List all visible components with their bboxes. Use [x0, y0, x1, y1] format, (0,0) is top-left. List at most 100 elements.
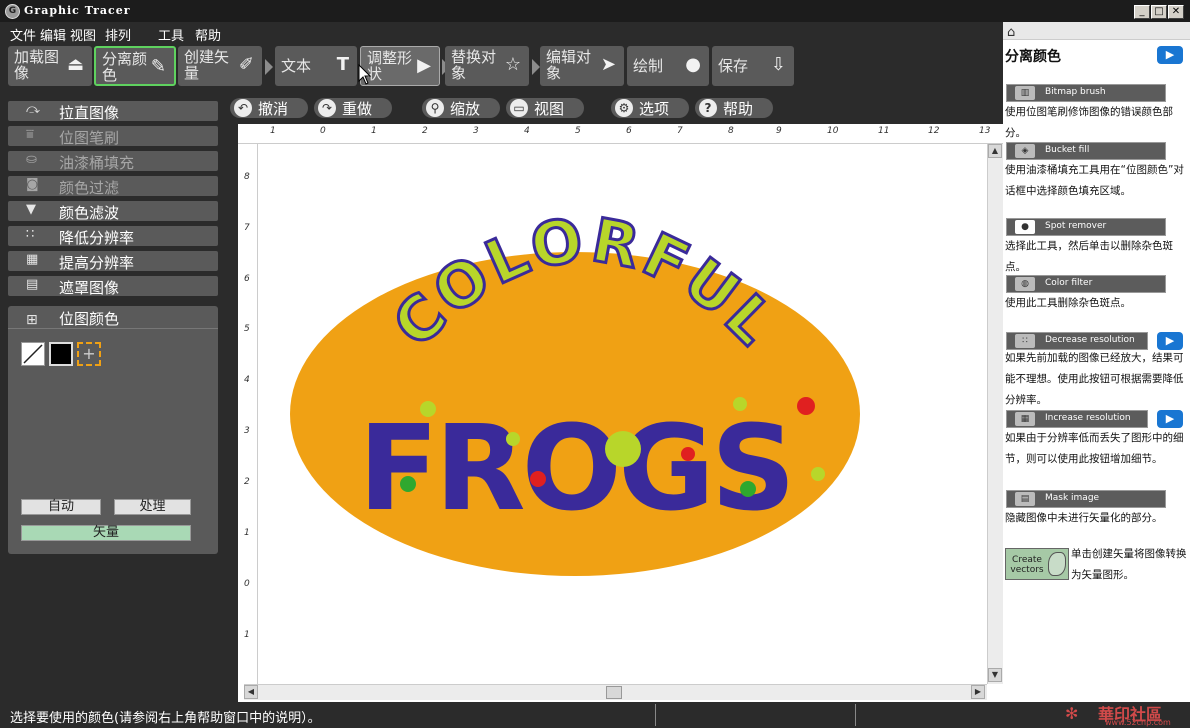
help-icon: ? [699, 99, 717, 117]
watermark-logo-icon: ✻ [1065, 704, 1079, 723]
text-label: 文本 [281, 57, 312, 75]
ruler-tick: 1 [244, 630, 250, 640]
replace-object-button[interactable]: 替换对象 ☆ [445, 46, 529, 86]
help-button-label: Spot remover [1045, 221, 1107, 231]
gear-icon: ⚙ [615, 99, 633, 117]
ruler-tick: 5 [244, 324, 250, 334]
flow-arrow-icon [265, 59, 273, 75]
process-button[interactable]: 处理 [114, 499, 191, 515]
auto-button[interactable]: 自动 [21, 499, 101, 515]
ruler-tick: 1 [244, 528, 250, 538]
mask-image-button[interactable]: ▤ 遮罩图像 [8, 276, 218, 297]
increase-resolution-button[interactable]: ▦ 提高分辨率 [8, 251, 218, 272]
ruler-tick: 11 [878, 126, 890, 136]
play-video-button[interactable]: ▶ [1157, 410, 1183, 428]
help-description: 单击创建矢量将图像转换为矢量图形。 [1071, 548, 1187, 581]
scroll-up-icon[interactable]: ▲ [988, 144, 1002, 158]
help-description: 使用位图笔刷修饰图像的错误颜色部分。 [1005, 106, 1173, 139]
help-description: 使用油漆桶填充工具用在“位图颜色”对话框中选择颜色填充区域。 [1005, 164, 1184, 197]
decrease-res-icon: ∷ [1015, 334, 1035, 348]
ruler-tick: 5 [575, 126, 581, 136]
undo-button[interactable]: ↶ 撤消 [230, 98, 308, 118]
status-divider [855, 704, 856, 726]
bucket-icon: ⛀ [26, 152, 37, 167]
scroll-right-icon[interactable]: ▶ [971, 685, 985, 699]
color-filter-button[interactable]: ◙ 颜色过滤 [8, 176, 218, 197]
watermark-url: www.52cnp.com [1105, 718, 1171, 727]
vectorize-button[interactable]: 矢量 [21, 525, 191, 541]
add-color-icon[interactable]: + [77, 342, 101, 366]
ruler-tick: 1 [371, 126, 377, 136]
separate-colors-button[interactable]: 分离颜色 ✎ [94, 46, 176, 86]
artwork-canvas[interactable]: COLORFUL FROGS [258, 144, 1003, 684]
maximize-button[interactable]: □ [1151, 5, 1167, 19]
edit-object-button[interactable]: 编辑对象 ➤ [540, 46, 624, 86]
ruler-tick: 6 [626, 126, 632, 136]
straighten-image-button[interactable]: ⤼ 拉直图像 [8, 101, 218, 122]
help-description: 如果先前加载的图像已经放大，结果可能不理想。使用此按钮可根据需要降低分辨率。 [1005, 352, 1184, 406]
help-title: 分离颜色 [1005, 49, 1061, 65]
help-button[interactable]: ? 帮助 [695, 98, 773, 118]
window-title: Graphic Tracer [24, 4, 131, 17]
vertical-scrollbar[interactable]: ▲ ▼ [987, 144, 1003, 684]
color-filter-icon: ◙ [26, 177, 39, 192]
ruler-tick: 2 [244, 477, 250, 487]
brush-icon: ⩸ [26, 127, 34, 142]
view-button[interactable]: ▭ 视图 [506, 98, 584, 118]
bitmap-brush-help-button[interactable]: ▥ Bitmap brush [1006, 84, 1166, 102]
create-vector-button[interactable]: 创建矢量 ✐ [178, 46, 262, 86]
bucket-icon: ◈ [1015, 144, 1035, 158]
color-filter-icon: ◍ [1015, 277, 1035, 291]
black-color-swatch[interactable] [49, 342, 73, 366]
canvas-area[interactable]: 1 0 1 2 3 4 5 6 7 8 9 10 11 12 13 8 7 6 … [238, 124, 1003, 702]
scroll-left-icon[interactable]: ◀ [244, 685, 258, 699]
redo-button[interactable]: ↷ 重做 [314, 98, 392, 118]
bucket-fill-help-button[interactable]: ◈ Bucket fill [1006, 142, 1166, 160]
circle-icon: ● [685, 54, 701, 75]
help-button-label: Mask image [1045, 493, 1100, 503]
ruler-tick: 13 [979, 126, 991, 136]
home-icon[interactable]: ⌂ [1007, 25, 1015, 40]
help-description: 使用此工具删除杂色斑点。 [1005, 297, 1131, 309]
horizontal-scrollbar[interactable]: ◀ ▶ [244, 684, 987, 700]
ruler-tick: 0 [244, 579, 250, 589]
ruler-tick: 3 [473, 126, 479, 136]
frog-icon [506, 432, 520, 446]
scroll-thumb[interactable] [606, 686, 622, 699]
flow-arrow-icon [532, 59, 540, 75]
zoom-button[interactable]: ⚲ 缩放 [422, 98, 500, 118]
load-image-button[interactable]: 加载图像 ⏏ [8, 46, 92, 86]
frog-icon [420, 401, 436, 417]
play-video-button[interactable]: ▶ [1157, 46, 1183, 64]
zoom-label: 缩放 [450, 100, 481, 118]
scroll-down-icon[interactable]: ▼ [988, 668, 1002, 682]
brush-icon: ▥ [1015, 86, 1035, 100]
save-button[interactable]: 保存 ⇩ [712, 46, 794, 86]
help-button-label: Bitmap brush [1045, 87, 1106, 97]
ruler-tick: 8 [244, 172, 250, 182]
color-smoothing-button[interactable]: ▼ 颜色滤波 [8, 201, 218, 222]
adjust-shape-label: 调整形状 [367, 49, 413, 83]
draw-button[interactable]: 绘制 ● [627, 46, 709, 86]
options-label: 选项 [639, 100, 670, 118]
edit-object-label: 编辑对象 [546, 48, 592, 82]
transparent-color-swatch[interactable] [21, 342, 45, 366]
bitmap-brush-button[interactable]: ⩸ 位图笔刷 [8, 126, 218, 147]
mask-image-help-button[interactable]: ▤ Mask image [1006, 490, 1166, 508]
bucket-fill-button[interactable]: ⛀ 油漆桶填充 [8, 151, 218, 172]
close-button[interactable]: ✕ [1168, 5, 1184, 19]
minimize-button[interactable]: _ [1134, 5, 1150, 19]
spot-remover-help-button[interactable]: ● Spot remover [1006, 218, 1166, 236]
canvas-toolbar: ↶ 撤消 ↷ 重做 ⚲ 缩放 ▭ 视图 ⚙ 选项 ? 帮助 [230, 92, 1003, 124]
color-filter-help-button[interactable]: ◍ Color filter [1006, 275, 1166, 293]
decrease-resolution-button[interactable]: ∷ 降低分辨率 [8, 226, 218, 247]
text-button[interactable]: 文本 T [275, 46, 357, 86]
options-button[interactable]: ⚙ 选项 [611, 98, 689, 118]
adjust-shape-button[interactable]: 调整形状 ▶ [360, 46, 440, 86]
increase-resolution-help-button[interactable]: ▦ Increase resolution [1006, 410, 1148, 428]
help-panel: ⌂ 分离颜色 ▶ ▥ Bitmap brush 使用位图笔刷修饰图像的错误颜色部… [1003, 22, 1190, 702]
ruler-tick: 9 [776, 126, 782, 136]
create-vectors-help-button[interactable]: Create vectors [1005, 548, 1069, 580]
pen-icon: ✐ [238, 54, 254, 75]
undo-icon: ↶ [234, 99, 252, 117]
